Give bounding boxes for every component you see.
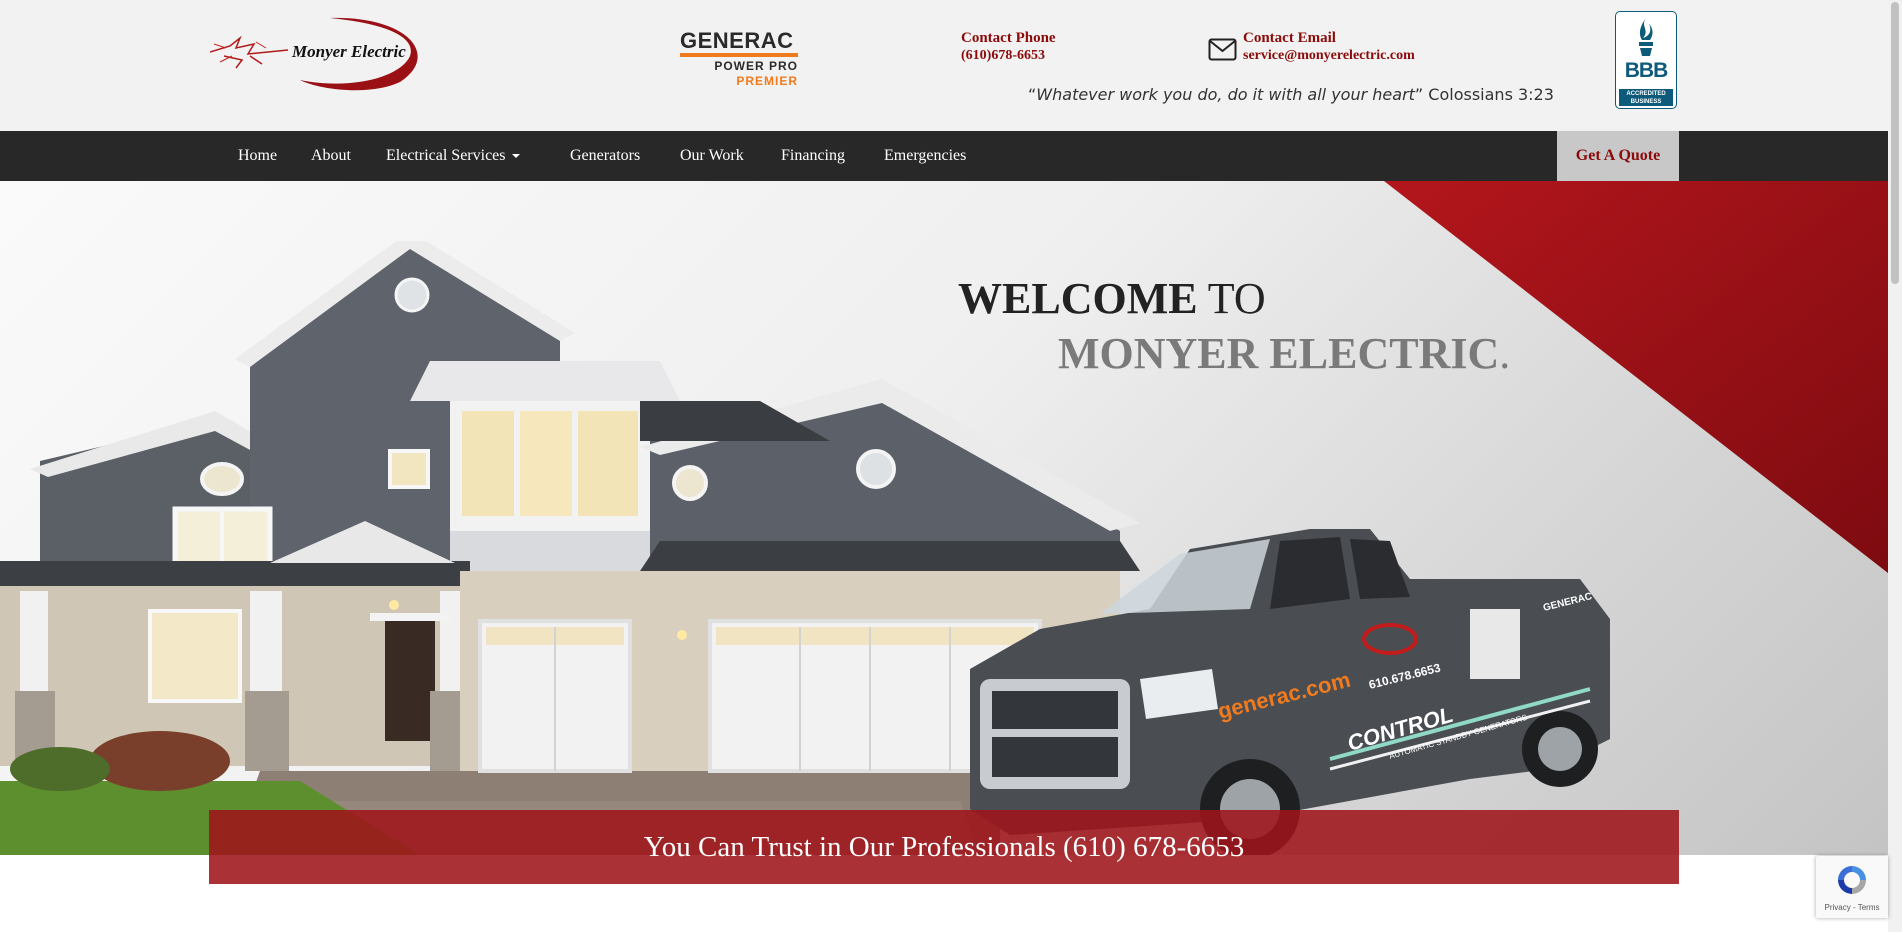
nav-electrical-services-label: Electrical Services bbox=[386, 147, 506, 164]
bbb-text: BBB bbox=[1624, 59, 1669, 82]
bbb-band-line1: ACCREDITED bbox=[1626, 91, 1666, 97]
contact-phone-block: Contact Phone (610)678-6653 bbox=[961, 30, 1056, 64]
mail-icon bbox=[1208, 38, 1237, 61]
contact-email-link[interactable]: service@monyerelectric.com bbox=[1243, 47, 1415, 64]
recaptcha-links[interactable]: Privacy - Terms bbox=[1816, 903, 1888, 912]
contact-email-label: Contact Email bbox=[1243, 30, 1336, 46]
hero-company-period: . bbox=[1499, 329, 1511, 378]
get-a-quote-button[interactable]: Get A Quote bbox=[1557, 131, 1679, 181]
recaptcha-badge[interactable]: Privacy - Terms bbox=[1816, 856, 1888, 918]
nav-generators[interactable]: Generators bbox=[570, 131, 640, 181]
main-navbar: Home About Electrical Services Generator… bbox=[0, 131, 1888, 181]
bbb-accredited-badge[interactable]: BBB ACCREDITED BUSINESS bbox=[1615, 11, 1677, 109]
page-scrollbar[interactable] bbox=[1888, 0, 1902, 932]
bbb-band-line2: BUSINESS bbox=[1630, 99, 1662, 105]
nav-about[interactable]: About bbox=[311, 131, 351, 181]
nav-electrical-services[interactable]: Electrical Services bbox=[386, 131, 520, 181]
bbb-accredited-band: ACCREDITED BUSINESS bbox=[1619, 89, 1673, 106]
nav-emergencies[interactable]: Emergencies bbox=[884, 131, 966, 181]
generac-power-pro-premier-logo: GENERAC POWER PRO PREMIER bbox=[680, 30, 798, 88]
hero-welcome-to: TO bbox=[1197, 274, 1266, 323]
contact-phone-label: Contact Phone bbox=[961, 30, 1056, 46]
trust-banner: You Can Trust in Our Professionals (610)… bbox=[209, 810, 1679, 884]
nav-financing[interactable]: Financing bbox=[781, 131, 845, 181]
scrollbar-thumb[interactable] bbox=[1891, 2, 1899, 284]
generac-premier: PREMIER bbox=[736, 74, 798, 88]
contact-email-block: Contact Email service@monyerelectric.com bbox=[1243, 30, 1415, 64]
generac-wordmark: GENERAC bbox=[680, 30, 798, 57]
quote-text: Whatever work you do, do it with all you… bbox=[1036, 85, 1415, 104]
contact-phone-link[interactable]: (610)678-6653 bbox=[961, 47, 1056, 64]
logo-text: Monyer Electric bbox=[292, 42, 406, 61]
service-truck-image: generac.com 610.678.6653 CONTROL AUTOMAT… bbox=[970, 529, 1610, 855]
scripture-quote: “Whatever work you do, do it with all yo… bbox=[1028, 85, 1554, 104]
caret-down-icon bbox=[511, 154, 520, 159]
nav-home[interactable]: Home bbox=[238, 131, 277, 181]
quote-close-mark: ” bbox=[1414, 85, 1424, 104]
recaptcha-icon bbox=[1838, 866, 1866, 894]
trust-banner-text: You Can Trust in Our Professionals (610)… bbox=[643, 831, 1245, 863]
quote-reference: Colossians 3:23 bbox=[1423, 85, 1554, 104]
generac-power-pro: POWER PRO bbox=[714, 59, 798, 73]
nav-our-work[interactable]: Our Work bbox=[680, 131, 744, 181]
hero-section: WELCOME TO MONYER ELECTRIC. generac.com … bbox=[0, 181, 1888, 855]
top-header: Monyer Electric GENERAC POWER PRO PREMIE… bbox=[0, 0, 1888, 131]
bbb-torch-icon bbox=[1639, 18, 1653, 56]
company-logo[interactable]: Monyer Electric bbox=[209, 16, 432, 92]
